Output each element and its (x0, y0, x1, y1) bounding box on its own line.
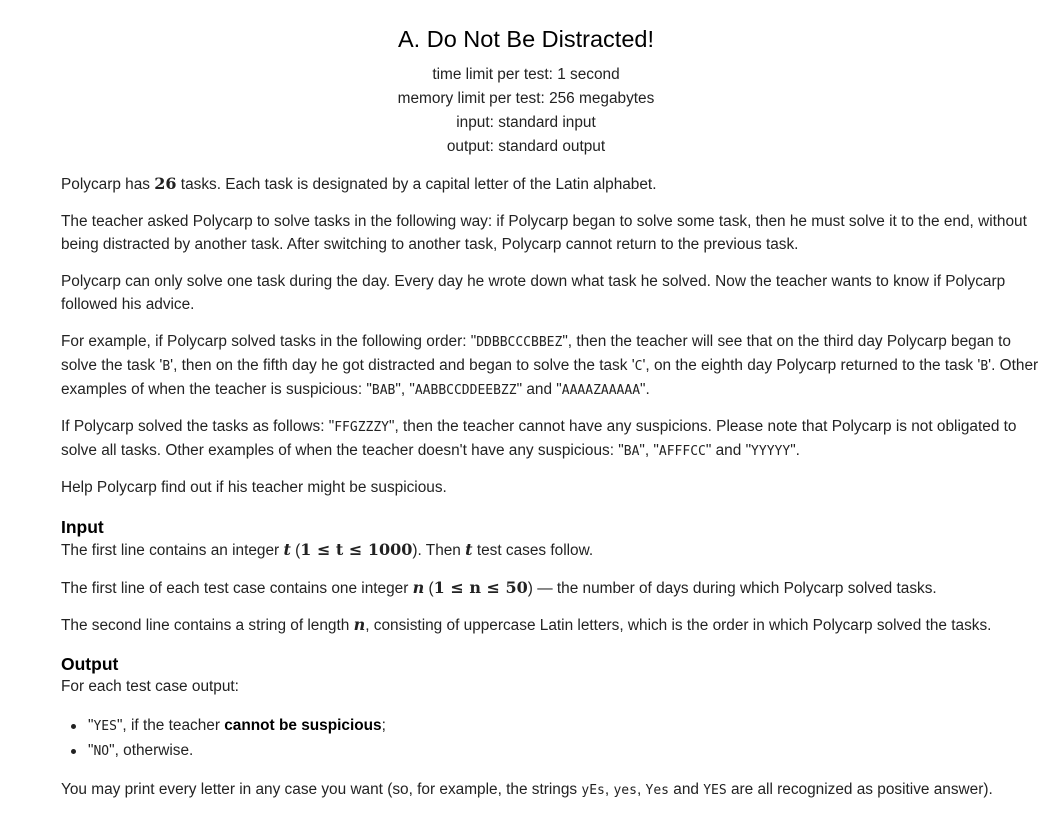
text: , consisting of uppercase Latin letters,… (365, 617, 992, 634)
input-line-1: The first line contains an integer t (1 … (61, 539, 1041, 563)
math-constraint: 1 ≤ t ≤ 1000 (300, 540, 413, 559)
input-value: standard input (498, 114, 596, 131)
time-limit-label: time limit per test (432, 66, 549, 83)
text: The first line of each test case contain… (61, 580, 413, 597)
input-spec: input: standard input (456, 114, 596, 131)
statement-paragraph-3: Polycarp can only solve one task during … (61, 273, 1006, 313)
text: ). Then (412, 542, 466, 559)
text: The first line contains an integer (61, 542, 284, 559)
code-string: yes (613, 783, 637, 798)
code-string: AFFFCC (658, 443, 706, 459)
math-variable: t (465, 540, 473, 559)
time-limit: time limit per test: 1 second (432, 66, 620, 83)
text: ) — the number of days during which Poly… (527, 580, 937, 597)
math-variable: n (353, 615, 366, 634)
text: tasks. Each task is designated by a capi… (176, 176, 657, 193)
code-string: YES (703, 783, 727, 798)
time-limit-value: 1 second (557, 66, 620, 83)
code-string: NO (93, 744, 110, 759)
text: ", otherwise. (109, 742, 194, 759)
code-string: B (162, 358, 171, 374)
output-bullet-list: "YES", if the teacher cannot be suspicio… (61, 714, 1052, 764)
code-string: YYYYY (751, 443, 791, 459)
output-section-title: Output (61, 654, 119, 674)
statement-paragraph-4: For example, if Polycarp solved tasks in… (61, 331, 1041, 402)
text: test cases follow. (472, 542, 594, 559)
text: ', then on the fifth day he got distract… (170, 356, 635, 374)
input-section-title: Input (61, 517, 104, 537)
output-spec: output: standard output (446, 138, 606, 155)
code-string: YES (93, 719, 117, 734)
output-intro: For each test case output: (61, 678, 239, 695)
statement-paragraph-6: Help Polycarp find out if his teacher mi… (61, 479, 447, 496)
text: " and " (516, 380, 562, 398)
memory-limit: memory limit per test: 256 megabytes (397, 90, 655, 107)
math-variable: t (283, 540, 291, 559)
code-string: yEs (581, 783, 605, 798)
text: are all recognized as positive answer). (726, 781, 993, 798)
statement-paragraph-5: If Polycarp solved the tasks as follows:… (61, 416, 1041, 464)
problem-title: A. Do Not Be Distracted! (398, 26, 654, 52)
code-string: BA (623, 443, 640, 459)
text: ", if the teacher (116, 717, 225, 734)
code-string: FFGZZZY (334, 420, 390, 435)
memory-limit-value: 256 megabytes (549, 90, 655, 107)
text: ', on the eighth day Polycarp returned t… (642, 356, 981, 374)
math-number: 26 (154, 174, 177, 193)
text: ". (790, 441, 800, 459)
text: ". (640, 380, 650, 398)
input-line-2: The first line of each test case contain… (61, 577, 1041, 601)
output-label: output (446, 138, 490, 155)
text: Polycarp has (61, 176, 155, 193)
bold-text: cannot be suspicious (224, 717, 382, 734)
text: ( (424, 580, 434, 597)
output-value: standard output (498, 138, 606, 155)
text: For example, if Polycarp solved tasks in… (61, 333, 477, 350)
input-line-3: The second line contains a string of len… (61, 614, 1041, 638)
text: The second line contains a string of len… (61, 617, 354, 634)
code-string: AAAAZAAAAA (561, 382, 641, 398)
text: ", " (639, 441, 659, 459)
input-label: input (456, 114, 490, 131)
text: " and " (705, 441, 752, 459)
memory-limit-label: memory limit per test (397, 90, 541, 107)
code-string: Yes (645, 783, 669, 798)
math-constraint: 1 ≤ n ≤ 50 (433, 578, 528, 597)
math-variable: n (412, 578, 425, 597)
list-item: "NO", otherwise. (71, 739, 1052, 764)
text: , (636, 781, 646, 798)
text: and (668, 781, 704, 798)
text: ; (381, 717, 386, 734)
statement-paragraph-1: Polycarp has 26 tasks. Each task is desi… (61, 173, 1041, 197)
code-string: DDBBCCCBBEZ (476, 335, 563, 350)
code-string: BAB (371, 382, 396, 398)
text: ( (290, 542, 301, 559)
list-item: "YES", if the teacher cannot be suspicio… (71, 714, 1052, 739)
text: ", " (395, 380, 415, 398)
code-string: B (980, 358, 989, 374)
text: If Polycarp solved the tasks as follows:… (61, 418, 335, 435)
output-note: You may print every letter in any case y… (61, 779, 1041, 803)
statement-paragraph-2: The teacher asked Polycarp to solve task… (61, 213, 1027, 253)
code-string: AABBCCDDEEBZZ (414, 382, 517, 398)
text: You may print every letter in any case y… (61, 781, 582, 798)
